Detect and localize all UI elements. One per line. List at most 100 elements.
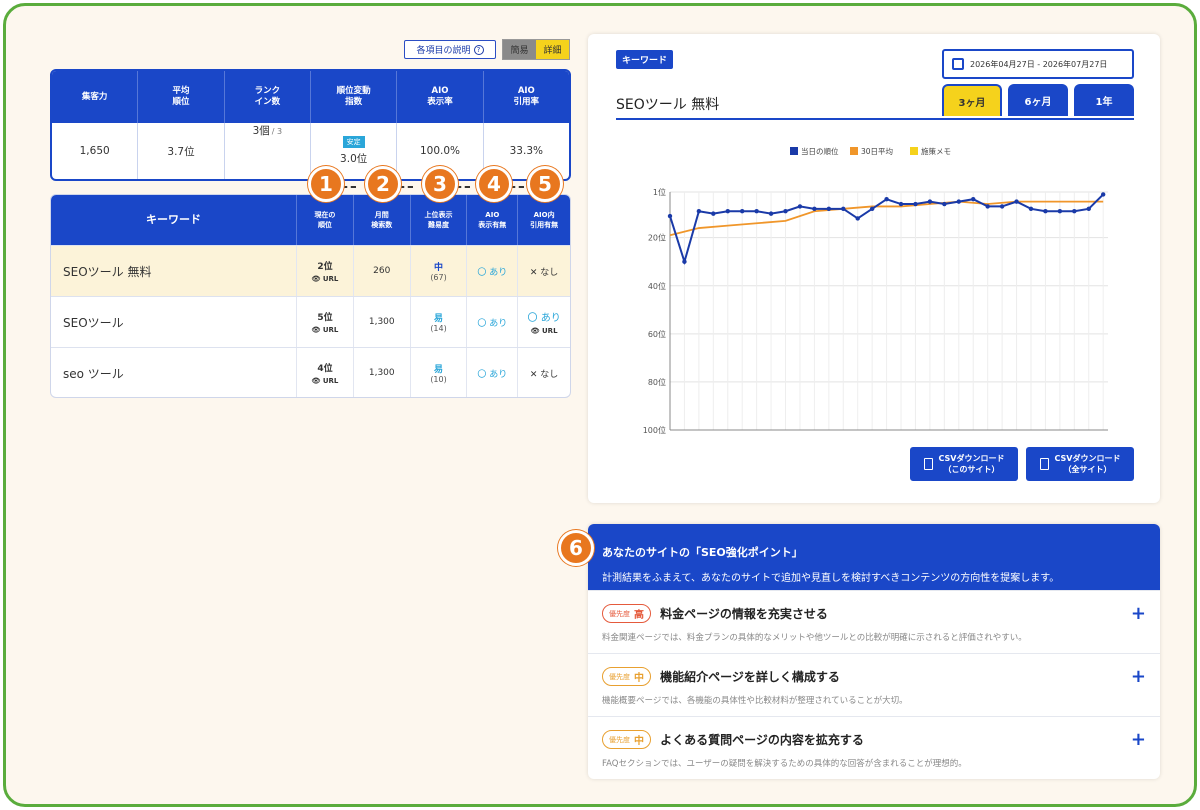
daily-rank-point — [1100, 192, 1106, 197]
legend-label: 30日平均 — [861, 146, 893, 156]
col-difficulty: 上位表示 難易度 — [411, 195, 468, 245]
daily-rank-point — [754, 209, 759, 214]
aio-shown-cell: 〇 あり — [467, 297, 519, 347]
seo-points-header: あなたのサイトの「SEO強化ポイント」 計測結果をふまえて、あなたのサイトで追加… — [588, 524, 1160, 590]
chart-keyword-title: SEOツール 無料 — [616, 97, 720, 113]
expand-plus-icon[interactable]: + — [1131, 729, 1146, 750]
daily-rank-point — [768, 211, 774, 216]
url-link[interactable]: 👁 URL — [531, 327, 558, 335]
callout-connector — [456, 186, 470, 188]
toggle-detail[interactable]: 詳細 — [536, 40, 569, 59]
col-aio-cited: AIO内 引用有無 — [530, 211, 559, 229]
daily-rank-point — [797, 204, 803, 209]
seo-points-description: 計測結果をふまえて、あなたのサイトで追加や見直しを検討すべきコンテンツの方向性を… — [602, 573, 1060, 584]
volume-cell: 1,300 — [354, 348, 411, 397]
daily-rank-point — [711, 211, 716, 216]
rank-in-total: / 3 — [271, 127, 283, 136]
stable-badge: 安定 — [342, 136, 365, 148]
csv-download-site-button[interactable]: CSVダウンロード （このサイト） — [910, 447, 1018, 481]
daily-rank-point — [696, 209, 702, 214]
daily-rank-point — [783, 209, 788, 214]
daily-rank-point — [971, 197, 976, 202]
toggle-simple[interactable]: 簡易 — [503, 40, 536, 59]
expand-plus-icon[interactable]: + — [1131, 666, 1146, 687]
daily-rank-point — [1028, 206, 1034, 212]
rank-line-chart: 1位20位40位60位80位100位04/2705/0905/2106/0206… — [643, 146, 1108, 434]
daily-rank-point — [739, 209, 745, 214]
legend-label: 当日の順位 — [801, 146, 839, 156]
metric-rank-in: 3個/ 3 — [225, 123, 311, 179]
callout-2: 2 — [365, 166, 401, 202]
daily-rank-point — [1014, 199, 1019, 204]
expand-plus-icon[interactable]: + — [1131, 603, 1146, 624]
seo-points-panel: あなたのサイトの「SEO強化ポイント」 計測結果をふまえて、あなたのサイトで追加… — [588, 524, 1160, 779]
daily-rank-point — [1057, 209, 1063, 214]
url-link[interactable]: 👁 URL — [312, 377, 339, 385]
view-toggle[interactable]: 簡易 詳細 — [502, 39, 570, 60]
help-button[interactable]: 各項目の説明 ? — [404, 40, 496, 59]
tab-1year[interactable]: 1年 — [1074, 84, 1134, 116]
legend-swatch — [790, 147, 798, 155]
metric-header: 集客力 — [52, 71, 139, 123]
daily-rank-point — [667, 213, 673, 219]
keyword-cell: SEOツール — [51, 297, 298, 347]
y-tick-label: 20位 — [648, 233, 666, 243]
rank-cell: 2位 👁 URL — [297, 246, 354, 296]
tab-3months[interactable]: 3ヶ月 — [942, 84, 1002, 116]
rank-chart-card: キーワード 2026年04月27日 - 2026年07月27日 3ヶ月 6ヶ月 … — [588, 34, 1160, 503]
daily-rank-point — [898, 201, 904, 207]
col-volume: 月間 検索数 — [354, 195, 411, 245]
table-row[interactable]: SEOツール 無料 2位 👁 URL 260 中 (67) 〇 あり ✕ なし — [51, 245, 570, 296]
metric-header: 平均 順位 — [138, 71, 225, 123]
aio-cited-cell: 〇 あり 👁 URL — [527, 313, 561, 335]
priority-badge: 優先度中 — [602, 667, 651, 686]
daily-rank-point — [855, 216, 860, 221]
period-tabs: 3ヶ月 6ヶ月 1年 — [942, 84, 1134, 116]
seo-point-title: 料金ページの情報を充実させる — [660, 607, 828, 621]
callout-connector — [399, 186, 413, 188]
y-tick-label: 1位 — [653, 187, 666, 197]
legend-swatch — [910, 147, 918, 155]
seo-point-item[interactable]: 優先度高 料金ページの情報を充実させる 料金関連ページでは、料金プランの具体的な… — [588, 590, 1160, 653]
url-link[interactable]: 👁 URL — [312, 275, 339, 283]
volume-cell: 1,300 — [354, 297, 411, 347]
table-row[interactable]: SEOツール 5位 👁 URL 1,300 易 (14) 〇 あり 〇 あり 👁 UR… — [51, 296, 570, 347]
callout-connector — [342, 186, 356, 188]
daily-rank-point — [1043, 209, 1048, 214]
aio-shown-cell: 〇 あり — [467, 246, 519, 296]
callout-4: 4 — [476, 166, 512, 202]
daily-rank-point — [884, 197, 889, 202]
metric-traffic: 1,650 — [52, 123, 139, 179]
tab-6months[interactable]: 6ヶ月 — [1008, 84, 1068, 116]
metric-header: AIO 引用率 — [513, 86, 540, 107]
y-tick-label: 60位 — [648, 329, 666, 339]
legend-label: 施策メモ — [921, 146, 951, 156]
callout-5: 5 — [527, 166, 563, 202]
daily-rank-point — [956, 199, 961, 204]
col-keyword: キーワード — [51, 195, 298, 245]
callout-1: 1 — [308, 166, 344, 202]
csv-download-all-button[interactable]: CSVダウンロード （全サイト） — [1026, 447, 1134, 481]
seo-point-desc: 機能概要ページでは、各機能の具体性や比較材料が整理されていることが大切。 — [602, 696, 908, 706]
title-underline — [616, 118, 1134, 120]
url-link[interactable]: 👁 URL — [312, 326, 339, 334]
seo-point-title: 機能紹介ページを詳しく構成する — [660, 670, 840, 684]
metric-header: ランク イン数 — [225, 71, 311, 123]
daily-rank-point — [841, 206, 846, 212]
metric-header: 順位変動 指数 — [311, 71, 398, 123]
seo-point-desc: 料金関連ページでは、料金プランの具体的なメリットや他ツールとの比較が明確に示され… — [602, 633, 1027, 643]
metric-header: AIO 表示率 — [397, 71, 484, 123]
date-range-picker[interactable]: 2026年04月27日 - 2026年07月27日 — [942, 49, 1134, 79]
col-aio-shown: AIO 表示有無 — [467, 195, 519, 245]
daily-rank-point — [999, 204, 1005, 209]
legend-swatch — [850, 147, 858, 155]
seo-point-title: よくある質問ページの内容を拡充する — [660, 733, 864, 747]
keyword-tag: キーワード — [616, 50, 674, 69]
daily-rank-point — [985, 204, 990, 209]
table-row[interactable]: seo ツール 4位 👁 URL 1,300 易 (10) 〇 あり ✕ なし — [51, 347, 570, 397]
seo-point-item[interactable]: 優先度中 機能紹介ページを詳しく構成する 機能概要ページでは、各機能の具体性や比… — [588, 653, 1160, 716]
seo-point-item[interactable]: 優先度中 よくある質問ページの内容を拡充する FAQセクションでは、ユーザーの疑… — [588, 716, 1160, 779]
document-icon — [923, 458, 933, 470]
document-icon — [1039, 458, 1049, 470]
daily-rank-point — [725, 209, 730, 214]
